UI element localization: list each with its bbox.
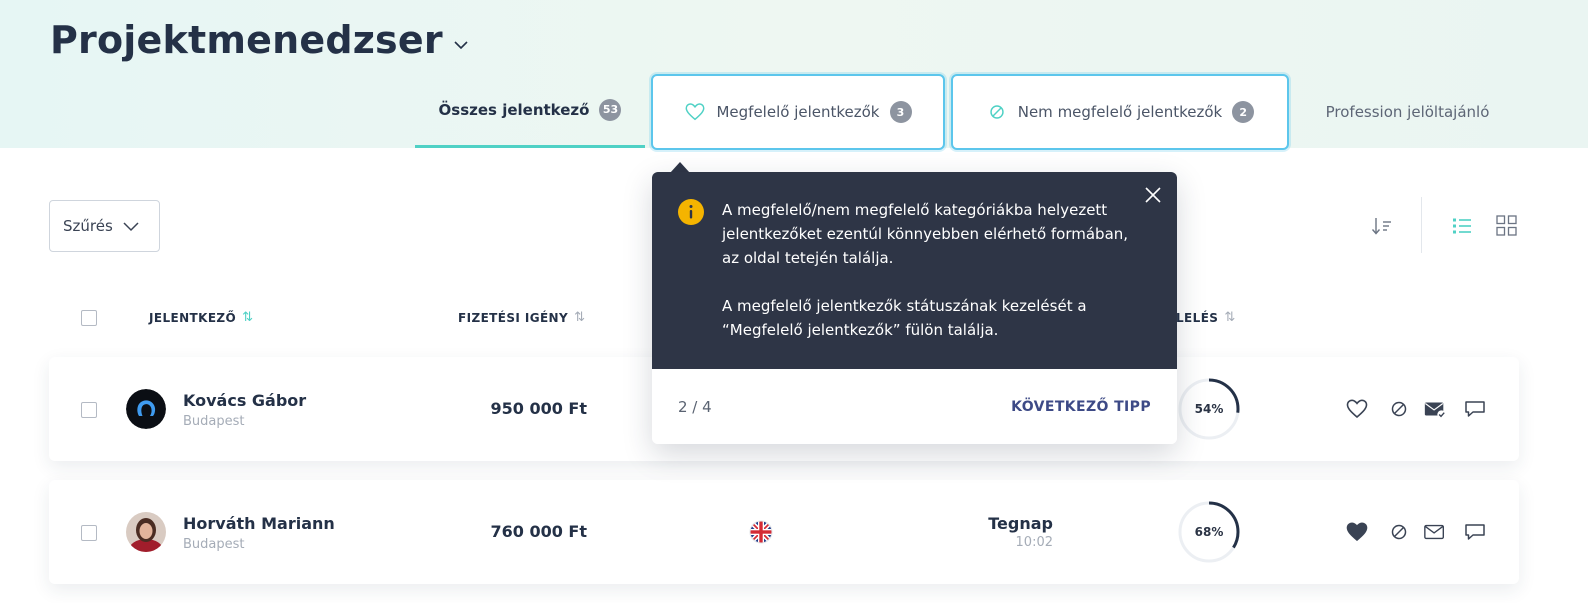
applicant-name[interactable]: Kovács Gábor xyxy=(183,391,306,410)
tooltip-body: A megfelelő/nem megfelelő kategóriákba h… xyxy=(652,172,1177,369)
sort-arrows-icon: ⇅ xyxy=(242,310,254,325)
salary-value: 760 000 Ft xyxy=(490,522,587,541)
filter-dropdown[interactable]: Szűrés xyxy=(49,200,160,252)
count-badge: 53 xyxy=(599,98,622,121)
row-checkbox[interactable] xyxy=(81,525,97,541)
column-label: LELÉS xyxy=(1176,310,1219,325)
step-indicator: 2 / 4 xyxy=(678,397,712,416)
tab-label: Profession jelöltajánló xyxy=(1325,103,1490,121)
applicant-city: Budapest xyxy=(183,537,245,552)
tooltip-paragraph: A megfelelő/nem megfelelő kategóriákba h… xyxy=(722,201,1129,267)
heart-filled-icon[interactable] xyxy=(1345,520,1369,544)
column-header-applicant[interactable]: JELENTKEZŐ ⇅ xyxy=(149,310,253,325)
list-view-icon[interactable] xyxy=(1452,216,1472,236)
count-badge: 2 xyxy=(1232,101,1255,123)
tab-suitable-applicants[interactable]: Megfelelő jelentkezők 3 xyxy=(651,74,945,150)
sort-arrows-icon: ⇅ xyxy=(1224,310,1236,325)
applicant-city: Budapest xyxy=(183,414,245,429)
tab-profession-recommender[interactable]: Profession jelöltajánló xyxy=(1300,74,1515,150)
sort-arrows-icon: ⇅ xyxy=(574,310,586,325)
tab-label: Nem megfelelő jelentkezők xyxy=(1017,103,1223,121)
tooltip-paragraph: A megfelelő jelentkezők státuszának keze… xyxy=(722,297,1087,339)
count-badge: 3 xyxy=(889,101,912,123)
divider xyxy=(1421,197,1422,253)
last-activity-time: 10:02 xyxy=(1015,535,1053,550)
score-label: 54% xyxy=(1194,402,1224,416)
tab-label: Összes jelentkező xyxy=(438,100,590,119)
heart-icon[interactable] xyxy=(1345,397,1369,421)
info-icon xyxy=(678,199,704,225)
column-label: FIZETÉSI IGÉNY xyxy=(458,310,569,325)
tooltip-text: A megfelelő/nem megfelelő kategóriákba h… xyxy=(722,198,1132,342)
page-title: Projektmenedzser xyxy=(50,18,443,62)
tooltip-footer: 2 / 4 KÖVETKEZŐ TIPP xyxy=(652,369,1177,444)
chevron-down-icon xyxy=(123,222,139,232)
last-activity-date: Tegnap xyxy=(988,514,1053,533)
salary-value: 950 000 Ft xyxy=(490,399,587,418)
match-score: 54% xyxy=(1177,377,1241,441)
column-label: JELENTKEZŐ xyxy=(149,310,237,325)
grid-view-icon[interactable] xyxy=(1496,215,1517,236)
next-tip-button[interactable]: KÖVETKEZŐ TIPP xyxy=(1011,399,1151,415)
ban-icon[interactable] xyxy=(1387,397,1411,421)
last-activity: Tegnap 10:02 xyxy=(949,514,1053,550)
chevron-down-icon[interactable] xyxy=(452,36,470,54)
ban-icon xyxy=(990,105,1004,119)
avatar xyxy=(126,389,166,429)
score-label: 68% xyxy=(1194,525,1224,539)
ban-icon[interactable] xyxy=(1387,520,1411,544)
table-row[interactable]: Horváth Mariann Budapest 760 000 Ft Tegn… xyxy=(49,480,1519,584)
tab-label: Megfelelő jelentkezők xyxy=(716,103,880,121)
tab-all-applicants[interactable]: Összes jelentkező 53 xyxy=(415,74,645,148)
close-icon[interactable] xyxy=(1143,185,1163,205)
row-checkbox[interactable] xyxy=(81,402,97,418)
match-score: 68% xyxy=(1177,500,1241,564)
mail-icon[interactable] xyxy=(1423,520,1447,544)
column-header-match[interactable]: LELÉS ⇅ xyxy=(1176,310,1236,325)
tab-unsuitable-applicants[interactable]: Nem megfelelő jelentkezők 2 xyxy=(951,74,1289,150)
select-all-checkbox[interactable] xyxy=(81,310,97,326)
chat-icon[interactable] xyxy=(1463,520,1487,544)
heart-icon xyxy=(686,103,705,121)
avatar xyxy=(126,512,166,552)
column-header-salary[interactable]: FIZETÉSI IGÉNY ⇅ xyxy=(458,310,585,325)
sort-icon[interactable] xyxy=(1370,216,1394,236)
mail-read-icon[interactable] xyxy=(1423,397,1447,421)
chat-icon[interactable] xyxy=(1463,397,1487,421)
uk-flag-icon xyxy=(749,520,773,544)
applicant-name[interactable]: Horváth Mariann xyxy=(183,514,335,533)
onboarding-tooltip: A megfelelő/nem megfelelő kategóriákba h… xyxy=(652,172,1177,444)
filter-label: Szűrés xyxy=(63,217,113,235)
